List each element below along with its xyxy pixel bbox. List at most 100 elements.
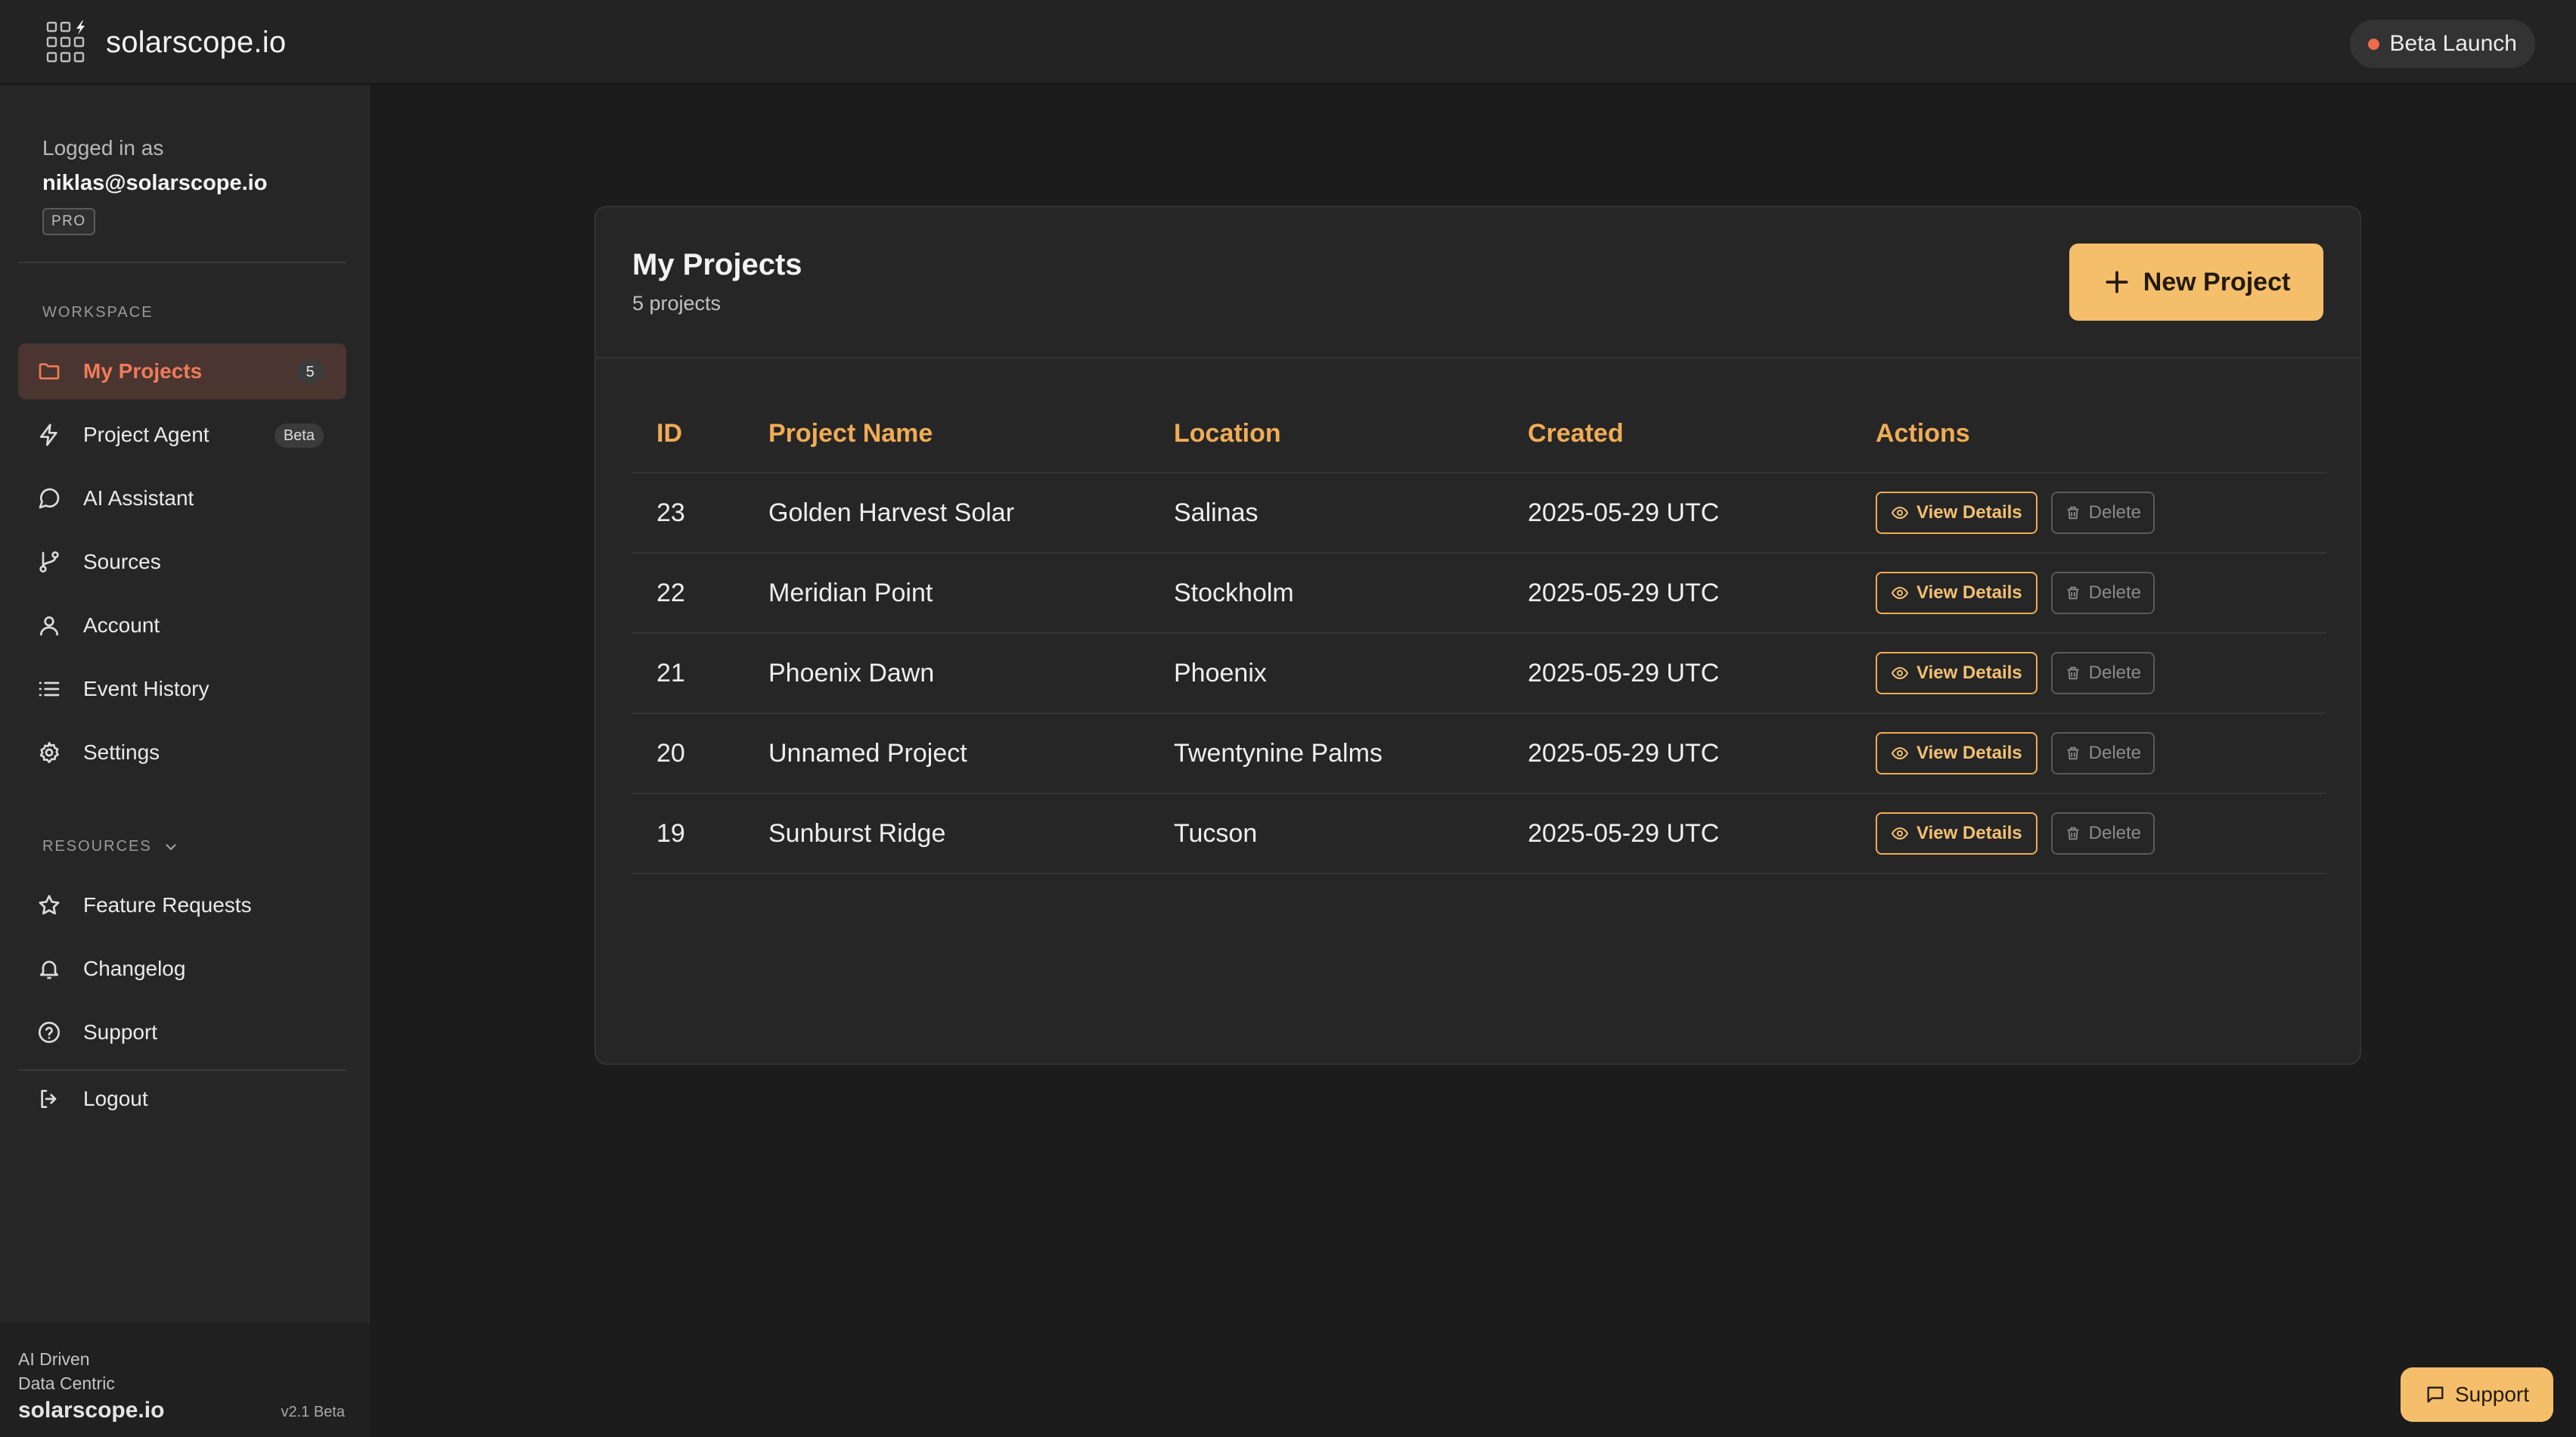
- view-details-button[interactable]: View Details: [1876, 572, 2038, 614]
- page-title: My Projects: [632, 248, 802, 281]
- trash-icon: [2065, 745, 2081, 762]
- row-actions: View Details Delete: [1876, 554, 2155, 632]
- table-row: 23 Golden Harvest Solar Salinas 2025-05-…: [632, 473, 2326, 554]
- project-created: 2025-05-29 UTC: [1528, 658, 1720, 687]
- trash-icon: [2065, 504, 2081, 521]
- eye-icon: [1891, 664, 1909, 682]
- workspace-heading: WORKSPACE: [42, 304, 154, 321]
- logout-icon: [36, 1086, 62, 1112]
- delete-label: Delete: [2088, 663, 2142, 683]
- tagline-line-2: Data Centric: [18, 1373, 115, 1393]
- row-actions: View Details Delete: [1876, 794, 2155, 873]
- sidebar-item-label: My Projects: [83, 359, 203, 383]
- trash-icon: [2065, 665, 2081, 681]
- brand-logo-link[interactable]: solarscope.io: [45, 18, 286, 67]
- delete-label: Delete: [2088, 502, 2142, 523]
- project-id: 21: [656, 658, 685, 687]
- sidebar-item-account[interactable]: Account: [18, 597, 346, 653]
- sidebar-item-my-projects[interactable]: My Projects 5: [18, 343, 346, 399]
- bell-icon: [36, 956, 62, 982]
- sidebar-item-label: Account: [83, 613, 160, 637]
- delete-button[interactable]: Delete: [2050, 652, 2155, 694]
- sidebar-item-project-agent[interactable]: Project Agent Beta: [18, 407, 346, 463]
- sidebar-item-logout[interactable]: Logout: [18, 1071, 346, 1127]
- top-bar: solarscope.io Beta Launch: [0, 0, 2576, 85]
- eye-icon: [1891, 584, 1909, 602]
- project-created: 2025-05-29 UTC: [1528, 498, 1720, 527]
- chat-bubble-icon: [36, 486, 62, 511]
- git-branch-icon: [36, 549, 62, 575]
- plus-icon: [2103, 268, 2131, 296]
- sidebar-footer: AI Driven Data Centric solarscope.io v2.…: [0, 1324, 371, 1437]
- project-count-label: 5 projects: [632, 292, 722, 315]
- column-header-actions: Actions: [1876, 418, 1970, 448]
- sidebar-item-support[interactable]: Support: [18, 1004, 346, 1060]
- project-created: 2025-05-29 UTC: [1528, 578, 1720, 607]
- eye-icon: [1891, 504, 1909, 522]
- panel-divider: [596, 357, 2360, 358]
- sidebar-item-sources[interactable]: Sources: [18, 534, 346, 590]
- sidebar-item-label: AI Assistant: [83, 486, 194, 510]
- delete-button[interactable]: Delete: [2050, 732, 2155, 774]
- resources-heading-label: RESOURCES: [42, 838, 152, 855]
- sidebar-item-label: Support: [83, 1020, 158, 1044]
- project-location: Tucson: [1174, 818, 1258, 848]
- projects-panel: My Projects 5 projects New Project ID Pr…: [594, 206, 2361, 1065]
- column-header-location[interactable]: Location: [1174, 395, 1281, 472]
- project-name: Phoenix Dawn: [768, 658, 935, 687]
- view-details-button[interactable]: View Details: [1876, 652, 2038, 694]
- project-location: Twentynine Palms: [1174, 738, 1383, 768]
- trash-icon: [2065, 585, 2081, 601]
- project-created: 2025-05-29 UTC: [1528, 738, 1720, 768]
- gear-icon: [36, 740, 62, 765]
- delete-button[interactable]: Delete: [2050, 812, 2155, 855]
- view-details-label: View Details: [1916, 582, 2022, 603]
- delete-label: Delete: [2088, 823, 2142, 843]
- project-location: Salinas: [1174, 498, 1259, 527]
- sidebar-item-ai-assistant[interactable]: AI Assistant: [18, 470, 346, 526]
- new-project-button[interactable]: New Project: [2069, 244, 2323, 321]
- new-project-label: New Project: [2143, 267, 2291, 296]
- sidebar-item-label: Sources: [83, 550, 161, 573]
- list-icon: [36, 676, 62, 702]
- user-email: niklas@solarscope.io: [42, 171, 268, 195]
- sidebar-item-feature-requests[interactable]: Feature Requests: [18, 877, 346, 933]
- footer-brand: solarscope.io: [18, 1398, 165, 1423]
- status-dot-icon: [2367, 38, 2379, 50]
- brand-name: solarscope.io: [106, 25, 287, 59]
- table-row: 22 Meridian Point Stockholm 2025-05-29 U…: [632, 554, 2326, 634]
- project-created: 2025-05-29 UTC: [1528, 818, 1720, 848]
- table-header-row: ID Project Name Location Created Actions: [632, 395, 2326, 473]
- view-details-button[interactable]: View Details: [1876, 732, 2038, 774]
- sidebar-item-changelog[interactable]: Changelog: [18, 941, 346, 997]
- view-details-button[interactable]: View Details: [1876, 812, 2038, 855]
- version-label: v2.1 Beta: [281, 1404, 345, 1420]
- project-id: 19: [656, 818, 685, 848]
- solar-grid-logo-icon: [45, 19, 92, 66]
- view-details-button[interactable]: View Details: [1876, 492, 2038, 534]
- tagline-line-1: AI Driven: [18, 1349, 90, 1369]
- delete-button[interactable]: Delete: [2050, 492, 2155, 534]
- eye-icon: [1891, 824, 1909, 843]
- support-chat-button[interactable]: Support: [2401, 1367, 2553, 1422]
- sidebar: Logged in as niklas@solarscope.io PRO WO…: [0, 85, 372, 1437]
- delete-button[interactable]: Delete: [2050, 572, 2155, 614]
- beta-tag: Beta: [274, 424, 324, 448]
- beta-launch-pill[interactable]: Beta Launch: [2349, 20, 2535, 68]
- star-icon: [36, 892, 62, 918]
- beta-launch-label: Beta Launch: [2389, 31, 2517, 56]
- column-header-id[interactable]: ID: [656, 395, 682, 472]
- project-id: 20: [656, 738, 685, 768]
- column-header-created[interactable]: Created: [1528, 395, 1624, 472]
- resources-heading[interactable]: RESOURCES: [42, 838, 179, 855]
- sidebar-item-label: Feature Requests: [83, 893, 252, 917]
- row-actions: View Details Delete: [1876, 473, 2155, 552]
- project-count-badge: 5: [296, 361, 324, 383]
- support-chat-label: Support: [2454, 1383, 2530, 1406]
- delete-label: Delete: [2088, 743, 2142, 763]
- project-id: 22: [656, 578, 685, 607]
- column-header-project-name[interactable]: Project Name: [768, 395, 933, 472]
- sidebar-item-event-history[interactable]: Event History: [18, 661, 346, 717]
- sidebar-item-settings[interactable]: Settings: [18, 725, 346, 781]
- lightning-icon: [36, 422, 62, 448]
